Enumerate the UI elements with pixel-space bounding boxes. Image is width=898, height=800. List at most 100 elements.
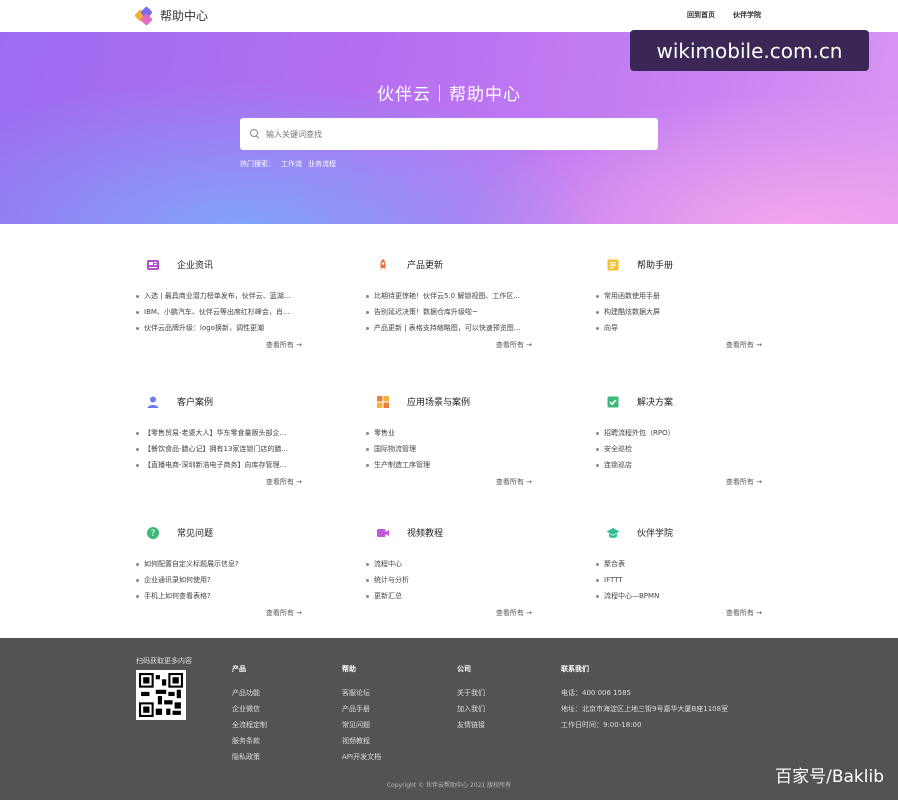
hero-title: 伙伴云｜帮助中心 — [377, 85, 521, 105]
category-card: 解决方案招聘流程外包（RPO） 安全巡检 连锁巡店查看所有 → — [596, 393, 776, 487]
footer-link[interactable]: 常见问题 — [342, 717, 381, 733]
footer: 扫码获取更多内容 产品 产品功能 企业微信 全流程定制 服务条款 隐私政策 帮助 客服论坛 产品… — [0, 638, 898, 800]
nav-academy-link[interactable]: 伙伴学院 — [733, 10, 761, 20]
footer-link[interactable]: 企业微信 — [232, 701, 267, 717]
article-link[interactable]: 【直播电商-深圳新浩电子商务】向库存管理... — [136, 457, 316, 473]
category-card: 产品更新比期待更惊艳！伙伴云5.0 解锁视图、工作区... 告别延迟决策！数据仓库… — [366, 256, 546, 350]
card-title: 解决方案 — [637, 397, 674, 408]
qr-label: 扫码获取更多内容 — [136, 657, 192, 665]
check-icon — [606, 394, 620, 408]
article-link[interactable]: 更新汇总 — [366, 588, 546, 604]
book-icon — [606, 257, 620, 271]
footer-link[interactable]: 客服论坛 — [342, 685, 381, 701]
article-link[interactable]: 国际物流管理 — [366, 441, 546, 457]
view-all-link[interactable]: 查看所有 → — [366, 608, 546, 618]
article-link[interactable]: 产品更新 | 表格支持缩略图，可以快速预览图... — [366, 320, 546, 336]
card-header[interactable]: 帮助手册 — [596, 256, 776, 272]
grid-icon — [376, 394, 390, 408]
footer-link[interactable]: 视频教程 — [342, 733, 381, 749]
brand[interactable]: 帮助中心 — [134, 5, 208, 26]
article-link[interactable]: IBM、小鹏汽车、伙伴云等出席红杉峰会，肖... — [136, 304, 316, 320]
footer-link[interactable]: 加入我们 — [457, 701, 485, 717]
graduation-cap-icon — [606, 525, 620, 539]
category-card: 帮助手册常用函数使用手册 构建酷炫数据大屏 向导查看所有 → — [596, 256, 776, 350]
nav-home-link[interactable]: 回到首页 — [687, 10, 715, 20]
article-link[interactable]: 生产制造工序管理 — [366, 457, 546, 473]
card-header[interactable]: 视频教程 — [366, 524, 546, 540]
article-link[interactable]: 招聘流程外包（RPO） — [596, 425, 776, 441]
footer-column-title: 联系我们 — [561, 665, 589, 673]
article-link[interactable]: 统计与分析 — [366, 572, 546, 588]
footer-column-title: 帮助 — [342, 665, 356, 673]
card-article-list: 流程中心 统计与分析 更新汇总 — [366, 556, 546, 604]
copyright: Copyright © 伙伴云帮助中心 2021 版权所有 — [386, 782, 512, 789]
card-article-list: 常用函数使用手册 构建酷炫数据大屏 向导 — [596, 288, 776, 336]
category-card: 企业资讯入选 | 最具商业潜力榜单发布，伙伴云、蓝湖... IBM、小鹏汽车、伙伴… — [136, 256, 316, 350]
footer-link[interactable]: 全流程定制 — [232, 717, 267, 733]
card-header[interactable]: 客户案例 — [136, 393, 316, 409]
news-icon — [146, 257, 160, 271]
article-link[interactable]: IFTTT — [596, 572, 776, 588]
article-link[interactable]: 【零售贸易-老婆大人】华东零食量贩头部企... — [136, 425, 316, 441]
video-icon — [376, 525, 390, 539]
article-link[interactable]: 向导 — [596, 320, 776, 336]
footer-link[interactable]: 隐私政策 — [232, 749, 267, 765]
view-all-link[interactable]: 查看所有 → — [596, 477, 776, 487]
watermark-badge: wikimobile.com.cn — [630, 30, 869, 71]
footer-link[interactable]: 产品功能 — [232, 685, 267, 701]
hot-search-link[interactable]: 业务流程 — [308, 159, 336, 169]
user-icon — [146, 394, 160, 408]
card-title: 企业资讯 — [177, 260, 214, 271]
search-icon — [250, 129, 260, 139]
article-link[interactable]: 流程中心—BPMN — [596, 588, 776, 604]
footer-column-title: 公司 — [457, 665, 471, 673]
footer-link[interactable]: 友情链接 — [457, 717, 485, 733]
card-header[interactable]: ? 常见问题 — [136, 524, 316, 540]
article-link[interactable]: 【餐饮食品-膳心记】拥有13家连锁门店的膳... — [136, 441, 316, 457]
article-link[interactable]: 入选 | 最具商业潜力榜单发布，伙伴云、蓝湖... — [136, 288, 316, 304]
card-header[interactable]: 伙伴学院 — [596, 524, 776, 540]
card-header[interactable]: 企业资讯 — [136, 256, 316, 272]
footer-link[interactable]: API开发文档 — [342, 749, 381, 765]
view-all-link[interactable]: 查看所有 → — [596, 340, 776, 350]
svg-text:?: ? — [151, 529, 156, 539]
view-all-link[interactable]: 查看所有 → — [366, 340, 546, 350]
card-article-list: 聚合表 IFTTT 流程中心—BPMN — [596, 556, 776, 604]
search-input[interactable] — [266, 129, 646, 139]
category-card: 伙伴学院聚合表 IFTTT 流程中心—BPMN 查看所有 → — [596, 524, 776, 618]
article-link[interactable]: 构建酷炫数据大屏 — [596, 304, 776, 320]
hot-search-label: 热门搜索： — [240, 160, 275, 168]
article-link[interactable]: 伙伴云品牌升级：logo换新，调性更潮 — [136, 320, 316, 336]
hot-searches: 热门搜索： 工作流 业务流程 — [240, 159, 336, 169]
card-article-list: 招聘流程外包（RPO） 安全巡检 连锁巡店 — [596, 425, 776, 473]
view-all-link[interactable]: 查看所有 → — [136, 608, 316, 618]
card-header[interactable]: 解决方案 — [596, 393, 776, 409]
view-all-link[interactable]: 查看所有 → — [136, 340, 316, 350]
view-all-link[interactable]: 查看所有 → — [366, 477, 546, 487]
article-link[interactable]: 告别延迟决策！数据仓库升级啦~ — [366, 304, 546, 320]
card-title: 视频教程 — [407, 528, 444, 539]
search-box — [240, 118, 658, 150]
article-link[interactable]: 企业通讯录如何使用? — [136, 572, 316, 588]
article-link[interactable]: 如何配置自定义标题展示信息? — [136, 556, 316, 572]
footer-link[interactable]: 关于我们 — [457, 685, 485, 701]
article-link[interactable]: 流程中心 — [366, 556, 546, 572]
article-link[interactable]: 连锁巡店 — [596, 457, 776, 473]
view-all-link[interactable]: 查看所有 → — [136, 477, 316, 487]
article-link[interactable]: 手机上如何查看表格? — [136, 588, 316, 604]
top-nav: 回到首页 伙伴学院 — [687, 10, 761, 20]
article-link[interactable]: 零售业 — [366, 425, 546, 441]
card-article-list: 【零售贸易-老婆大人】华东零食量贩头部企... 【餐饮食品-膳心记】拥有13家连锁… — [136, 425, 316, 473]
footer-link[interactable]: 产品手册 — [342, 701, 381, 717]
article-link[interactable]: 聚合表 — [596, 556, 776, 572]
card-header[interactable]: 产品更新 — [366, 256, 546, 272]
category-card: 应用场景与案例 零售业 国际物流管理 生产制造工序管理查看所有 → — [366, 393, 546, 487]
article-link[interactable]: 比期待更惊艳！伙伴云5.0 解锁视图、工作区... — [366, 288, 546, 304]
article-link[interactable]: 常用函数使用手册 — [596, 288, 776, 304]
view-all-link[interactable]: 查看所有 → — [596, 608, 776, 618]
card-header[interactable]: 应用场景与案例 — [366, 393, 546, 409]
article-link[interactable]: 安全巡检 — [596, 441, 776, 457]
hot-search-link[interactable]: 工作流 — [281, 159, 302, 169]
footer-link[interactable]: 服务条款 — [232, 733, 267, 749]
category-card: 视频教程流程中心 统计与分析 更新汇总查看所有 → — [366, 524, 546, 618]
